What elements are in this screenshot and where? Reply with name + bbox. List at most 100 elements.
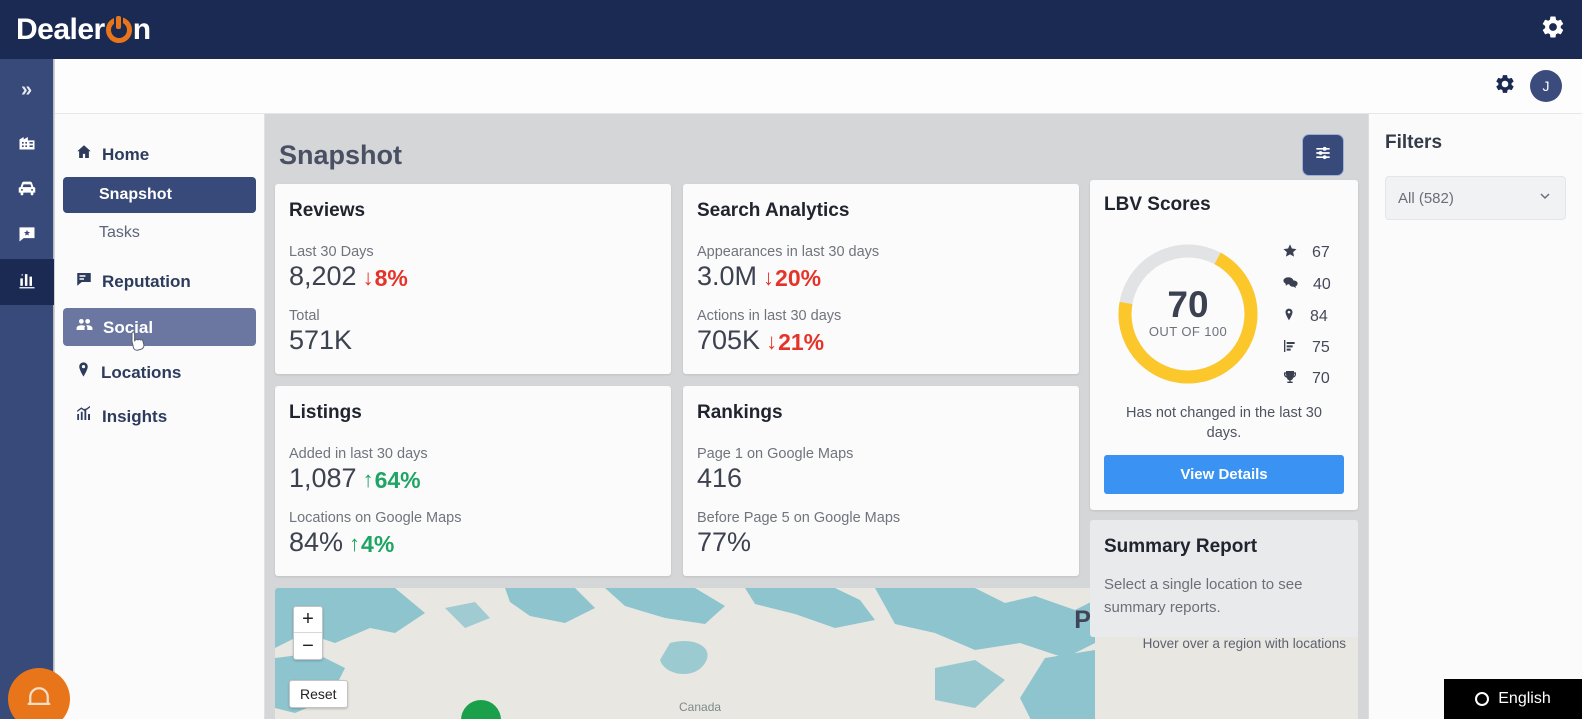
metric-value: 1,087	[289, 463, 357, 493]
metric-value-row: 571K	[289, 325, 657, 356]
summary-report-text: Select a single location to see summary …	[1104, 576, 1303, 616]
filters-title: Filters	[1385, 132, 1443, 153]
sidebar-navigation: Home Snapshot Tasks Reputation Social Lo…	[55, 114, 265, 719]
card-search-analytics: Search Analytics Appearances in last 30 …	[683, 184, 1079, 374]
social-users-icon	[75, 315, 94, 339]
lbv-score-max: OUT OF 100	[1148, 324, 1228, 339]
sidebar-item-label-social: Social	[103, 317, 154, 337]
metric-value: 416	[697, 463, 743, 493]
sidebar-item-social[interactable]: Social	[63, 308, 256, 351]
view-details-button[interactable]: View Details	[1104, 455, 1344, 495]
map-region-label: Canada	[679, 700, 722, 714]
sidebar-item-home[interactable]: Home	[63, 136, 256, 173]
metric-value: 8,202	[289, 261, 357, 291]
lbv-metric-value: 67	[1312, 244, 1330, 261]
car-icon	[16, 177, 38, 204]
rail-item-inventory[interactable]	[0, 167, 54, 213]
rail-item-dealerships[interactable]	[0, 121, 54, 167]
metric-label: Actions in last 30 days	[697, 308, 842, 324]
card-summary-report: Summary Report Select a single location …	[1090, 520, 1358, 638]
filters-location-dropdown[interactable]: All (582)	[1385, 176, 1566, 220]
dealeron-logo[interactable]: Dealer n	[16, 13, 151, 47]
metric-delta: ↓ 8%	[362, 264, 408, 291]
summary-report-title: Summary Report	[1104, 536, 1258, 558]
power-icon	[105, 15, 132, 43]
sidebar-item-label-locations: Locations	[101, 362, 182, 382]
map-zoom-in-button[interactable]: +	[294, 607, 322, 633]
lbv-metric-locations: 84	[1282, 306, 1339, 328]
metric-value-row: 705K ↓ 21%	[697, 325, 1065, 356]
performance-summary-subtitle: Hover over a region with locations	[1142, 636, 1346, 651]
metric-label: Page 1 on Google Maps	[697, 446, 854, 462]
page-title: Snapshot	[279, 139, 403, 170]
app-root: Dealer n J » Home Snapshot Tasks Reputat…	[0, 0, 1582, 719]
secondary-header-bar: J	[55, 59, 1582, 114]
card-title: Listings	[289, 402, 362, 423]
metric-delta: ↓ 20%	[763, 264, 822, 291]
metric-delta: ↑ 64%	[362, 466, 421, 493]
top-navigation-bar: Dealer n	[0, 0, 1582, 59]
lbv-metric-value: 84	[1310, 307, 1328, 325]
rail-item-reviews[interactable]	[0, 213, 54, 259]
metric-value: 84%	[289, 527, 344, 557]
header-settings-gear-icon[interactable]	[1494, 73, 1516, 100]
map-zoom-controls: + −	[293, 606, 323, 660]
metric-value: 77%	[697, 527, 752, 557]
filters-selected-value: All (582)	[1398, 189, 1454, 207]
lbv-gauge-row: 70 OUT OF 100 67 40 84 75 70	[1104, 238, 1344, 390]
map-reset-button[interactable]: Reset	[289, 680, 348, 708]
lbv-metric-reviews: 67	[1282, 243, 1339, 264]
metric-delta: ↓ 21%	[766, 328, 825, 355]
metric-value-row: 3.0M ↓ 20%	[697, 261, 1065, 292]
metric-value: 705K	[697, 325, 761, 355]
lbv-metric-engagement: 40	[1282, 274, 1339, 296]
metric-value-row: 416	[697, 463, 1065, 494]
right-column: LBV Scores 70 OUT OF 100 67 40 84 75 70 …	[1090, 180, 1358, 638]
lbv-metric-value: 40	[1313, 275, 1331, 293]
card-title: Search Analytics	[697, 200, 850, 221]
circle-icon	[1475, 692, 1490, 706]
location-pin-icon	[1282, 306, 1296, 328]
metric-value-row: 8,202 ↓ 8%	[289, 261, 657, 292]
filters-panel: Filters All (582)	[1368, 114, 1582, 719]
reputation-icon	[75, 270, 93, 293]
sidebar-item-snapshot[interactable]: Snapshot	[63, 177, 256, 213]
language-label: English	[1498, 690, 1551, 707]
lbv-metric-rankings: 70	[1282, 369, 1339, 390]
metric-value: 3.0M	[697, 261, 758, 291]
metric-value-row: 84% ↑ 4%	[289, 527, 657, 558]
lbv-metric-value: 70	[1312, 370, 1330, 387]
trophy-icon	[1282, 369, 1298, 390]
sliders-icon	[1313, 143, 1333, 168]
card-title: Rankings	[697, 402, 783, 423]
sidebar-item-reputation[interactable]: Reputation	[63, 263, 256, 300]
main-header: Snapshot	[265, 114, 1368, 184]
metric-label: Total	[289, 308, 320, 324]
sidebar-expand-toggle[interactable]: »	[0, 59, 54, 121]
chat-bubbles-icon	[1282, 274, 1299, 296]
insights-chart-icon	[75, 405, 93, 428]
sidebar-item-locations[interactable]: Locations	[63, 354, 256, 390]
map-zoom-out-button[interactable]: −	[294, 633, 322, 659]
logo-text-n: n	[132, 12, 151, 46]
sidebar-item-tasks[interactable]: Tasks	[63, 215, 256, 251]
metric-label: Before Page 5 on Google Maps	[697, 510, 901, 526]
metric-value-row: 77%	[697, 527, 1065, 558]
sidebar-item-label-insights: Insights	[102, 407, 168, 426]
lbv-metric-visibility: 75	[1282, 338, 1339, 359]
user-avatar[interactable]: J	[1530, 70, 1562, 102]
card-title: Reviews	[289, 200, 366, 221]
language-selector[interactable]: English	[1444, 679, 1582, 719]
lbv-change-note: Has not changed in the last 30 days.	[1126, 405, 1322, 441]
rail-item-analytics[interactable]	[0, 259, 54, 305]
icon-rail: »	[0, 59, 54, 719]
chevron-down-icon	[1537, 188, 1553, 208]
star-icon	[1282, 243, 1298, 264]
lbv-metric-list: 67 40 84 75 70	[1282, 239, 1339, 390]
metric-label: Appearances in last 30 days	[697, 244, 880, 260]
sidebar-item-insights[interactable]: Insights	[63, 398, 256, 435]
sidebar-item-label-home: Home	[102, 145, 150, 164]
settings-gear-icon[interactable]	[1540, 14, 1566, 45]
filter-toggle-button[interactable]	[1302, 134, 1344, 176]
bar-chart-icon	[1282, 338, 1298, 359]
